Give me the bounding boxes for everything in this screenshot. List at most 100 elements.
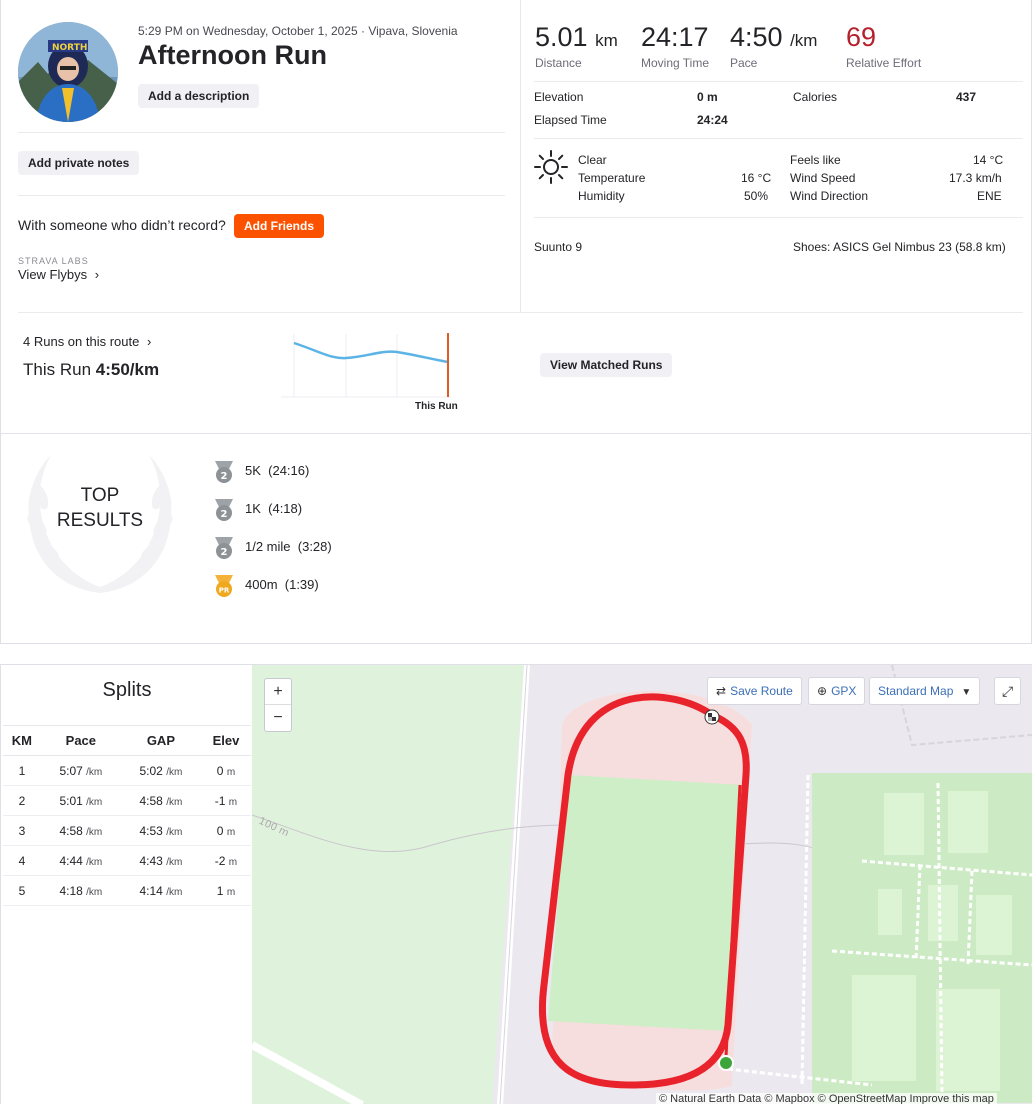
medal-rank: 2 <box>221 509 228 520</box>
split-elev: -1 m <box>200 785 251 816</box>
medal-rank: PR <box>219 587 230 595</box>
col-gap: GAP <box>120 725 201 756</box>
chevron-right-icon: › <box>146 334 152 349</box>
zoom-out-button[interactable]: − <box>265 705 291 731</box>
save-route-label: Save Route <box>730 684 793 698</box>
top-result-400m[interactable]: 400m (1:39) <box>245 577 319 592</box>
split-pace: 4:58 /km <box>40 815 121 846</box>
silver-medal-icon: 2 <box>212 497 236 523</box>
top-results-line2: RESULTS <box>56 510 144 531</box>
medal-rank: 2 <box>221 471 228 482</box>
pace-label: Pace <box>730 56 758 70</box>
save-route-button[interactable]: ⇄ Save Route <box>707 677 802 705</box>
sun-icon <box>534 150 568 189</box>
split-km: 4 <box>3 845 41 876</box>
split-gap-value: 5:02 <box>139 763 163 778</box>
route-map[interactable]: 100 m + − ⇄ Save Route ⊕ GPX Standard Ma… <box>252 664 1032 1104</box>
split-gap: 4:53 /km <box>120 815 201 846</box>
add-description-button[interactable]: Add a description <box>138 84 260 108</box>
runs-on-route-link[interactable]: 4 Runs on this route › <box>23 334 151 349</box>
fullscreen-icon[interactable]: ⤢ <box>994 677 1022 705</box>
elapsed-time-label: Elapsed Time <box>534 113 607 127</box>
add-friends-button[interactable]: Add Friends <box>234 214 325 238</box>
col-pace: Pace <box>40 725 121 756</box>
moving-time-label: Moving Time <box>641 56 710 70</box>
unit-label: m <box>226 886 236 898</box>
elevation-value: 0 m <box>697 90 718 104</box>
unit-label: /km <box>166 886 183 898</box>
view-flybys-link[interactable]: View Flybys › <box>18 267 99 282</box>
distance-unit: km <box>595 31 618 50</box>
splits-header-row: KM Pace GAP Elev <box>3 725 251 756</box>
split-elev: 0 m <box>200 755 251 786</box>
table-row[interactable]: 5 4:18 /km 4:14 /km 1 m <box>3 875 251 906</box>
unit-label: /km <box>86 826 103 838</box>
split-gap: 5:02 /km <box>120 755 201 786</box>
chevron-right-icon: › <box>94 267 100 282</box>
temperature-value: 16 °C <box>741 171 772 185</box>
pace-unit: /km <box>790 31 818 50</box>
split-km: 1 <box>3 755 41 786</box>
col-elev: Elev <box>200 725 251 756</box>
shoes-info[interactable]: Shoes: ASICS Gel Nimbus 23 (58.8 km) <box>793 240 1006 254</box>
split-pace: 5:07 /km <box>40 755 121 786</box>
moving-time-value: 24:17 <box>641 22 709 52</box>
activity-header: NORTH 5:29 PM on Wednesday, October 1, 2… <box>1 0 521 312</box>
this-run-pace-value: 4:50/km <box>95 360 160 379</box>
split-elev: 0 m <box>200 815 251 846</box>
unit-label: m <box>226 826 236 838</box>
weather-condition: Clear <box>578 153 607 167</box>
top-result-half-mile[interactable]: 1/2 mile (3:28) <box>245 539 332 554</box>
unit-label: m <box>228 796 238 808</box>
elevation-label: Elevation <box>534 90 584 104</box>
unit-label: /km <box>86 766 103 778</box>
unit-label: m <box>228 856 238 868</box>
divider <box>18 312 1023 313</box>
add-private-notes-button[interactable]: Add private notes <box>18 151 140 175</box>
unit-label: /km <box>166 856 183 868</box>
pace-stat: 4:50 /km <box>730 22 817 53</box>
top-result-name: 1K <box>245 501 261 516</box>
splits-panel: Splits KM Pace GAP Elev 1 5:07 /km 5:02 … <box>0 664 252 1104</box>
divider <box>534 138 1023 139</box>
download-icon: ⊕ <box>817 684 828 698</box>
top-result-5k[interactable]: 5K (24:16) <box>245 463 309 478</box>
activity-meta: 5:29 PM on Wednesday, October 1, 2025 · … <box>138 24 458 38</box>
table-row[interactable]: 1 5:07 /km 5:02 /km 0 m <box>3 755 251 786</box>
divider <box>1 433 1032 434</box>
relative-effort-label: Relative Effort <box>846 56 922 70</box>
split-gap: 4:58 /km <box>120 785 201 816</box>
map-attribution[interactable]: © Natural Earth Data © Mapbox © OpenStre… <box>656 1093 997 1104</box>
split-pace-value: 4:44 <box>59 853 83 868</box>
distance-label: Distance <box>535 56 582 70</box>
map-canvas[interactable]: 100 m <box>252 665 1032 1104</box>
gpx-button[interactable]: ⊕ GPX <box>808 677 866 705</box>
split-elev-value: -1 <box>214 793 226 808</box>
top-result-name: 400m <box>245 577 278 592</box>
humidity-value: 50% <box>744 189 769 203</box>
top-result-1k[interactable]: 1K (4:18) <box>245 501 302 516</box>
table-row[interactable]: 4 4:44 /km 4:43 /km -2 m <box>3 845 251 876</box>
wind-speed-label: Wind Speed <box>790 171 856 185</box>
feels-like-label: Feels like <box>790 153 841 167</box>
finish-flag-icon[interactable] <box>704 709 720 725</box>
athlete-avatar[interactable]: NORTH <box>18 22 118 122</box>
split-gap-value: 4:53 <box>139 823 163 838</box>
zoom-in-button[interactable]: + <box>265 679 291 705</box>
chart-this-run-label: This Run <box>415 401 458 412</box>
device-name: Suunto 9 <box>534 240 583 254</box>
unit-label: /km <box>86 796 103 808</box>
caret-down-icon: ▼ <box>961 687 972 698</box>
table-row[interactable]: 3 4:58 /km 4:53 /km 0 m <box>3 815 251 846</box>
split-gap-value: 4:14 <box>139 883 163 898</box>
unit-label: /km <box>86 886 103 898</box>
view-matched-runs-button[interactable]: View Matched Runs <box>540 353 673 377</box>
this-run-pace: This Run 4:50/km <box>23 360 159 380</box>
table-row[interactable]: 2 5:01 /km 4:58 /km -1 m <box>3 785 251 816</box>
this-run-prefix: This Run <box>23 360 96 379</box>
calories-value: 437 <box>956 90 977 104</box>
start-marker-icon[interactable] <box>718 1055 734 1071</box>
pace-value: 4:50 <box>730 22 783 52</box>
map-style-select[interactable]: Standard Map ▼ <box>869 677 981 705</box>
relative-effort-value[interactable]: 69 <box>846 22 876 53</box>
